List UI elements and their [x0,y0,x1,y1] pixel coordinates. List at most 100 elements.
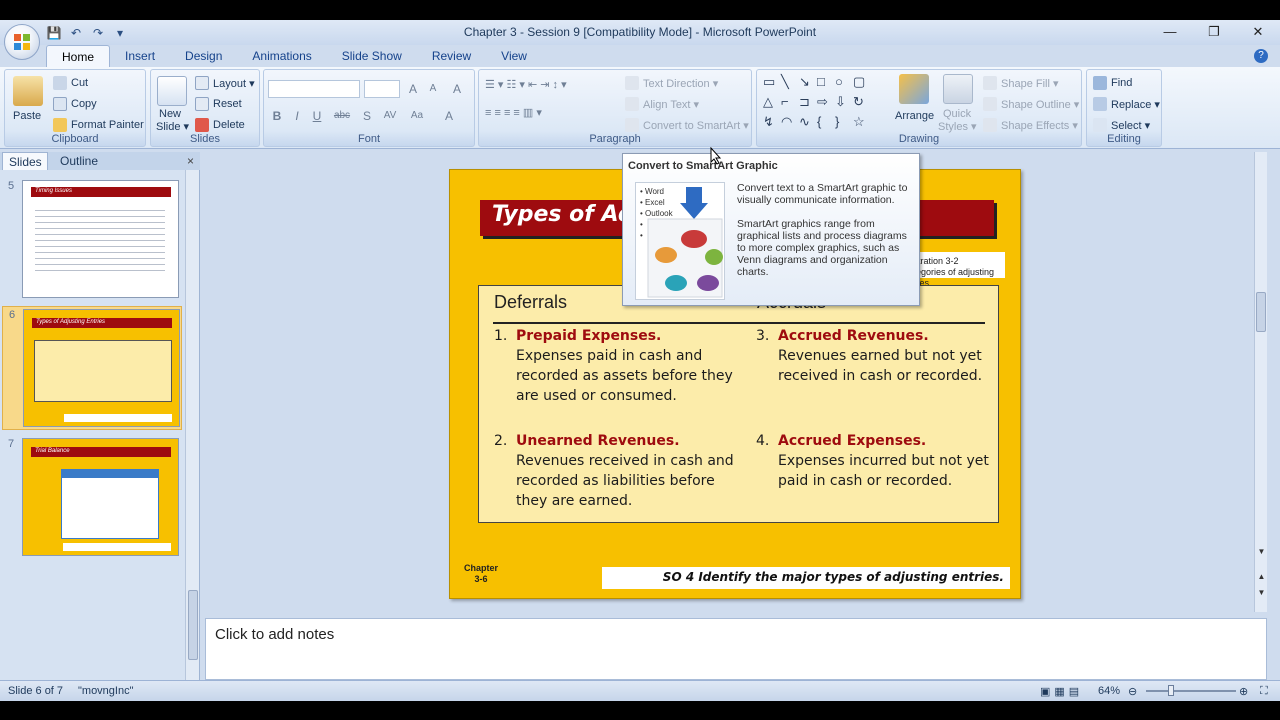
scroll-down-arrow-icon[interactable]: ▼ [1255,547,1268,556]
adjusting-entries-box[interactable]: Deferrals Accruals 1. Prepaid Expenses. … [478,285,999,523]
grow-font-button[interactable]: A [404,81,422,97]
underline-button[interactable]: U [308,108,326,124]
slide-thumbnail-6[interactable]: Types of Adjusting Entries [23,309,180,427]
brace-right-shape-icon[interactable]: } [835,114,853,130]
italic-button[interactable]: I [288,108,306,124]
new-slide-icon[interactable] [157,76,187,106]
slide-thumbnail-row-7[interactable]: 7 Trial Balance [2,436,182,560]
shrink-font-button[interactable]: A [424,81,442,97]
clear-formatting-button[interactable]: A [448,81,466,97]
curved-arrow-shape-icon[interactable]: ↻ [853,94,871,110]
down-arrow-shape-icon[interactable]: ⇩ [835,94,853,110]
paragraph-label: Paragraph [589,133,641,145]
font-size-combo[interactable] [364,80,400,98]
new-slide-label[interactable]: New [159,108,181,120]
format-painter-button[interactable]: Format Painter [53,118,144,132]
character-spacing-button[interactable]: AV [378,108,402,124]
rectangle-shape-icon[interactable]: □ [817,74,835,90]
tab-slides-panel[interactable]: Slides [2,152,48,170]
panel-close-icon[interactable]: × [187,154,194,168]
strikethrough-button[interactable]: abc [330,108,354,124]
tab-design[interactable]: Design [170,45,237,67]
convert-smartart-button[interactable]: Convert to SmartArt ▾ [625,118,749,132]
copy-button[interactable]: Copy [53,97,97,111]
thumb-title: Timing Issues [35,188,72,194]
view-buttons[interactable]: ▣▦▤ [1040,685,1083,698]
close-button[interactable]: ✕ [1236,22,1280,42]
textbox-shape-icon[interactable]: ▭ [763,74,781,90]
line-shape-icon[interactable]: ╲ [781,74,799,90]
wave-shape-icon[interactable]: ∿ [799,114,817,130]
slide-thumbnail-row-6[interactable]: 6 Types of Adjusting Entries [2,306,182,430]
paragraph-align-buttons[interactable]: ≡ ≡ ≡ ≡ ▥ ▾ [485,106,542,119]
shape-outline-button[interactable]: Shape Outline ▾ [983,97,1079,111]
zoom-slider-handle[interactable] [1168,685,1174,696]
slide-thumbnail-7[interactable]: Trial Balance [22,438,179,556]
font-color-button[interactable]: A [440,108,458,124]
panel-scroll-thumb[interactable] [188,590,198,660]
slide-thumbnail-row-5[interactable]: 5 Timing Issues [2,178,182,300]
new-slide-dropdown[interactable]: Slide ▾ [156,120,189,133]
slide-thumbnail-5[interactable]: Timing Issues [22,180,179,298]
tab-view[interactable]: View [486,45,542,67]
bold-button[interactable]: B [268,108,286,124]
slide-scroll-thumb[interactable] [1256,292,1266,332]
previous-slide-icon[interactable]: ▲ [1255,572,1268,581]
paragraph-list-buttons[interactable]: ☰ ▾ ☷ ▾ ⇤ ⇥ ↕ ▾ [485,78,567,91]
next-slide-icon[interactable]: ▼ [1255,588,1268,597]
right-arrow-shape-icon[interactable]: ⇨ [817,94,835,110]
restore-button[interactable]: ❐ [1192,22,1236,42]
shape-effects-button[interactable]: Shape Effects ▾ [983,118,1078,132]
lightning-shape-icon[interactable]: ↯ [763,114,781,130]
shape-fill-button[interactable]: Shape Fill ▾ [983,76,1059,90]
zoom-level[interactable]: 64% [1098,685,1120,697]
zoom-out-icon[interactable]: ⊖ [1128,685,1137,698]
connector-shape-icon[interactable]: ⊐ [799,94,817,110]
panel-scrollbar[interactable] [185,170,199,680]
elbow-shape-icon[interactable]: ⌐ [781,94,799,110]
item-accrued-expenses: 4. Accrued Expenses. Expenses incurred b… [756,431,996,491]
tab-outline-panel[interactable]: Outline [54,152,104,170]
rounded-rect-shape-icon[interactable]: ▢ [853,74,871,90]
triangle-shape-icon[interactable]: △ [763,94,781,110]
paste-icon[interactable] [13,76,43,106]
paste-button[interactable]: Paste [13,110,41,122]
quick-styles-dropdown[interactable]: Styles ▾ [938,120,977,133]
find-button[interactable]: Find [1093,76,1132,90]
replace-button[interactable]: Replace ▾ [1093,97,1160,111]
zoom-slider[interactable] [1146,690,1236,692]
curve-shape-icon[interactable]: ◠ [781,114,799,130]
font-family-combo[interactable] [268,80,360,98]
cut-button[interactable]: Cut [53,76,88,90]
shapes-gallery[interactable]: ▭ ╲ ↘ □ ○ ▢ △ ⌐ ⊐ ⇨ ⇩ ↻ ↯ ◠ ∿{} ☆ [763,74,873,130]
help-icon[interactable]: ? [1254,49,1268,63]
fit-slide-icon[interactable]: ⛶ [1260,685,1268,698]
arrange-icon[interactable] [899,74,929,104]
quick-styles-label[interactable]: Quick [943,108,971,120]
arrow-line-shape-icon[interactable]: ↘ [799,74,817,90]
tab-animations[interactable]: Animations [237,45,326,67]
align-text-button[interactable]: Align Text ▾ [625,97,699,111]
star-shape-icon[interactable]: ☆ [853,114,871,130]
delete-button[interactable]: Delete [195,118,245,132]
notes-pane[interactable]: Click to add notes [205,618,1267,680]
office-button[interactable] [4,24,40,60]
zoom-in-icon[interactable]: ⊕ [1239,685,1248,698]
theme-name[interactable]: "movngInc" [78,685,134,697]
brace-left-shape-icon[interactable]: { [817,114,835,130]
select-button[interactable]: Select ▾ [1093,118,1150,132]
minimize-button[interactable]: — [1148,22,1192,42]
oval-shape-icon[interactable]: ○ [835,74,853,90]
tab-slide-show[interactable]: Slide Show [327,45,417,67]
layout-button[interactable]: Layout ▾ [195,76,255,90]
arrange-button[interactable]: Arrange [895,110,934,122]
slide-vertical-scrollbar[interactable]: ▼ ▲ ▼ [1254,152,1267,612]
change-case-button[interactable]: Aa [406,108,428,124]
tab-insert[interactable]: Insert [110,45,170,67]
tab-review[interactable]: Review [417,45,486,67]
text-shadow-button[interactable]: S [358,108,376,124]
text-direction-button[interactable]: Text Direction ▾ [625,76,718,90]
reset-button[interactable]: Reset [195,97,242,111]
tab-home[interactable]: Home [46,45,111,67]
quick-styles-icon[interactable] [943,74,973,104]
